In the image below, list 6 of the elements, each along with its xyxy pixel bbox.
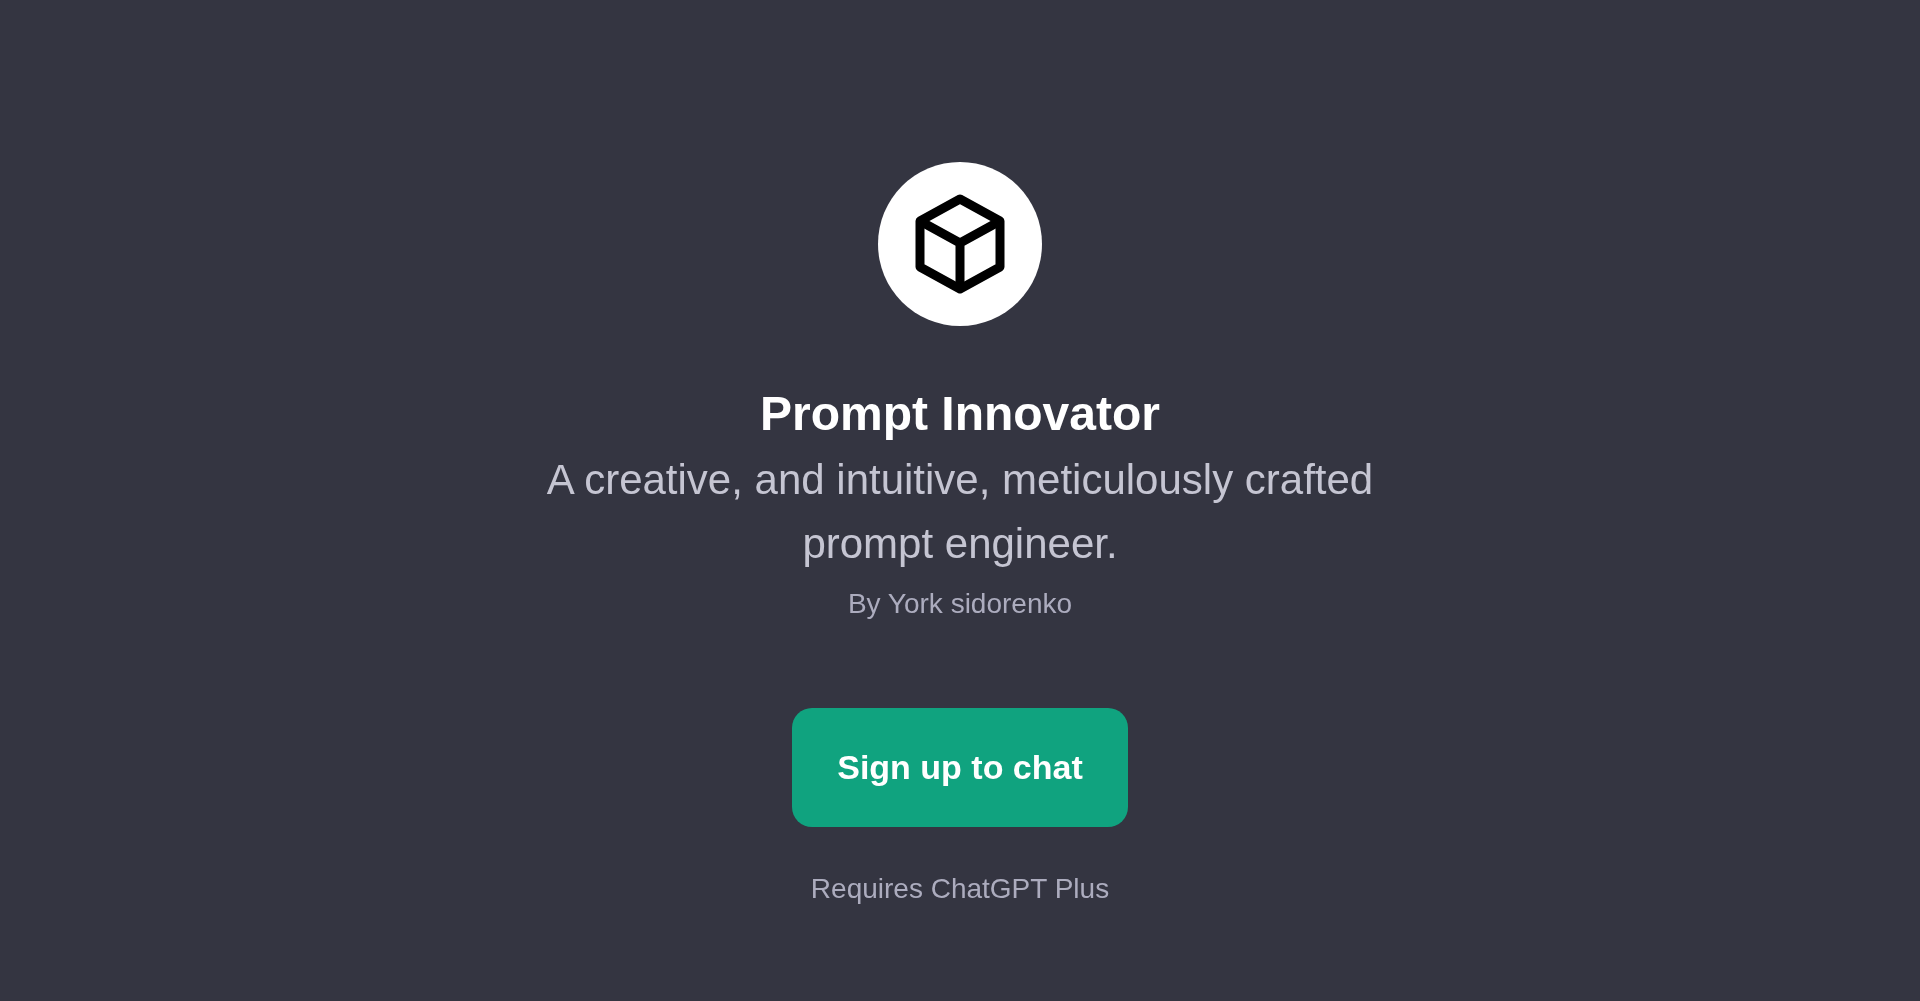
author-byline: By York sidorenko <box>847 587 1073 621</box>
gizmo-description: A creative, and intuitive, meticulously crafted prompt engineer. <box>545 455 1375 569</box>
cube-icon <box>913 193 1007 295</box>
gizmo-title: Prompt Innovator <box>760 386 1160 442</box>
sign-up-button[interactable]: Sign up to chat <box>792 708 1128 827</box>
requirement-note: Requires ChatGPT Plus <box>810 872 1110 906</box>
